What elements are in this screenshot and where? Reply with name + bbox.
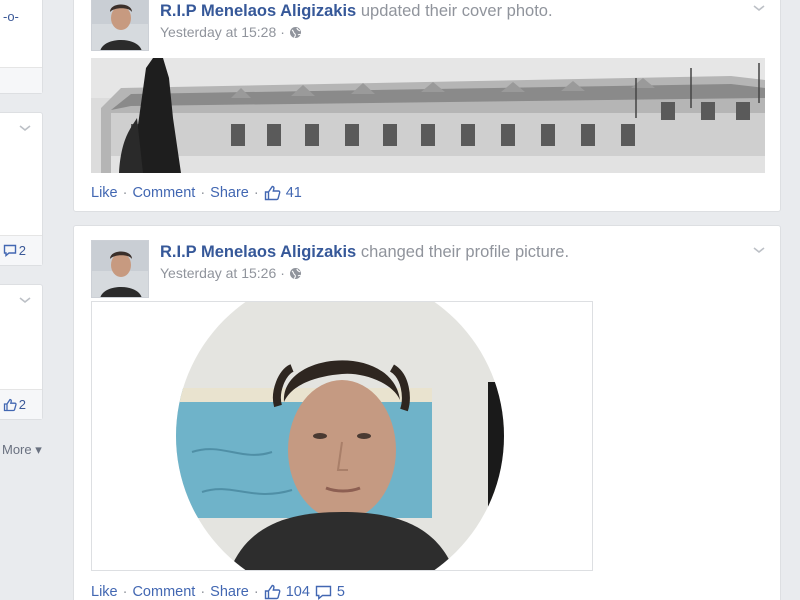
post-action-text: changed their profile picture. [360,243,570,261]
chevron-down-icon[interactable] [18,295,32,305]
comment-button[interactable]: Comment [132,185,195,201]
sidebar-card-2: 2 [0,112,43,266]
comment-icon [3,244,17,257]
sidebar-card-footer [0,67,42,93]
avatar[interactable] [91,0,149,51]
thumbs-up-icon [3,398,17,412]
separator-dot: · [280,24,285,40]
separator-dot: · [280,265,285,281]
separator-dot: · [253,185,259,201]
comment-icon[interactable] [315,585,332,600]
sidebar-card-1: -o- [0,0,43,94]
post-meta: Yesterday at 15:26 · [160,265,302,281]
caret-down-icon: ▾ [35,442,42,457]
share-button[interactable]: Share [210,185,249,201]
chevron-down-icon[interactable] [752,1,766,16]
thumbs-up-icon[interactable] [264,584,281,600]
like-count[interactable]: 41 [286,185,302,201]
like-count-value: 2 [18,397,26,412]
sidebar-card-footer: 2 [0,235,42,265]
separator-dot: · [253,584,259,600]
comment-count[interactable]: 2 [3,243,26,258]
separator-dot: · [122,584,128,600]
feed-post-profile-picture: R.I.P Menelaos Aligizakis changed their … [73,225,781,600]
sidebar-card-fragment-text[interactable]: -o- [3,9,19,24]
profile-picture[interactable] [91,301,593,571]
post-author-link[interactable]: R.I.P Menelaos Aligizakis [160,2,356,20]
comment-count[interactable]: 5 [337,584,345,600]
separator-dot: · [122,185,128,201]
post-timestamp[interactable]: Yesterday at 15:26 [160,265,276,281]
separator-dot: · [200,584,206,600]
post-actions: Like · Comment · Share · 41 [91,185,302,201]
chevron-down-icon[interactable] [18,123,32,133]
post-timestamp[interactable]: Yesterday at 15:28 [160,24,276,40]
post-header: R.I.P Menelaos Aligizakis updated their … [160,2,553,21]
more-link[interactable]: More ▾ [2,442,42,458]
avatar[interactable] [91,240,149,298]
sidebar-card-3: 2 [0,284,43,420]
post-action-text: updated their cover photo. [360,2,553,20]
post-author-link[interactable]: R.I.P Menelaos Aligizakis [160,243,356,261]
cover-photo[interactable] [91,58,765,173]
like-button[interactable]: Like [91,584,118,600]
comment-count-value: 2 [18,243,26,258]
post-header: R.I.P Menelaos Aligizakis changed their … [160,243,569,262]
like-count[interactable]: 2 [3,397,26,412]
feed-post-cover-photo: R.I.P Menelaos Aligizakis updated their … [73,0,781,212]
more-label: More [2,442,32,457]
comment-button[interactable]: Comment [132,584,195,600]
post-meta: Yesterday at 15:28 · [160,24,302,40]
like-button[interactable]: Like [91,185,118,201]
thumbs-up-icon[interactable] [264,185,281,201]
like-count[interactable]: 104 [286,584,310,600]
separator-dot: · [200,185,206,201]
globe-icon[interactable] [289,26,302,39]
post-actions: Like · Comment · Share · 104 5 [91,584,345,600]
share-button[interactable]: Share [210,584,249,600]
chevron-down-icon[interactable] [752,243,766,258]
globe-icon[interactable] [289,267,302,280]
sidebar-card-footer: 2 [0,389,42,419]
